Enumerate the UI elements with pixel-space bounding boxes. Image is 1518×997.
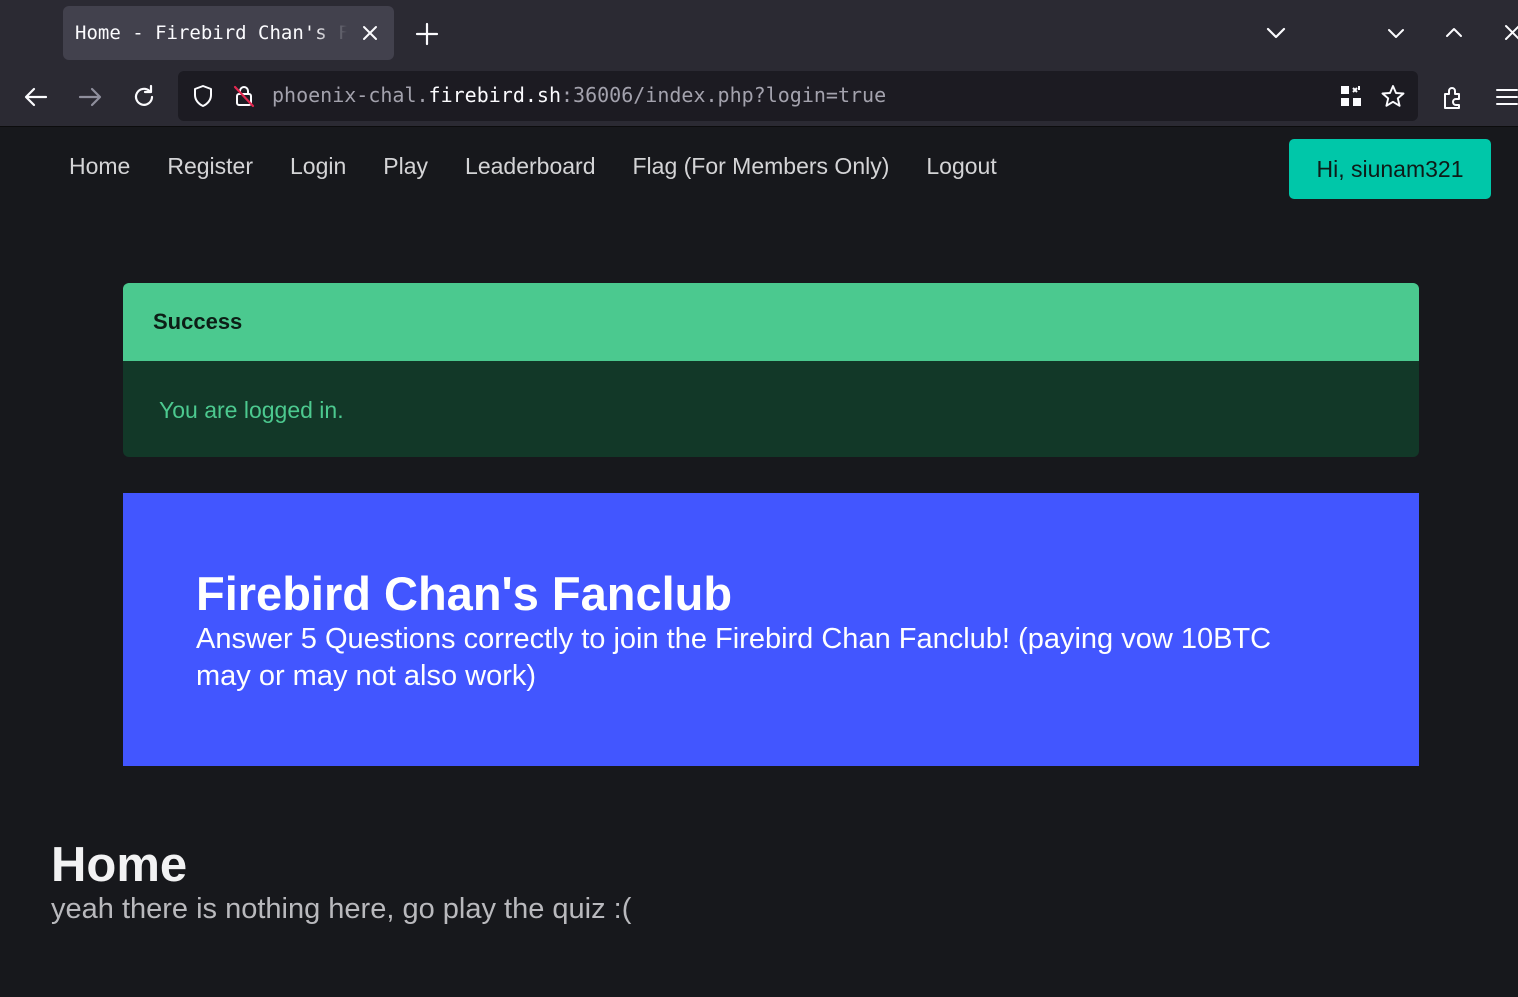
user-greeting-button[interactable]: Hi, siunam321	[1289, 139, 1491, 199]
hero-subtitle: Answer 5 Questions correctly to join the…	[196, 623, 1272, 692]
browser-tab[interactable]: Home - Firebird Chan's Fanclub	[63, 6, 394, 60]
url-bar[interactable]: phoenix-chal.firebird.sh:36006/index.php…	[178, 71, 1418, 121]
alert-message: You are logged in.	[159, 397, 344, 423]
success-alert: Success You are logged in.	[123, 283, 1419, 457]
hamburger-menu-icon[interactable]	[1494, 83, 1518, 111]
qr-code-icon[interactable]	[1338, 83, 1364, 109]
nav-link-login[interactable]: Login	[290, 153, 346, 180]
bookmark-star-icon[interactable]	[1380, 83, 1406, 109]
alert-title: Success	[123, 283, 1419, 361]
insecure-lock-icon[interactable]	[231, 83, 257, 109]
url-prefix: phoenix-chal.	[272, 83, 429, 107]
close-icon[interactable]	[1500, 20, 1518, 46]
tab-title: Home - Firebird Chan's Fanclub	[75, 22, 347, 44]
site-navigation: Home Register Login Play Leaderboard Fla…	[69, 153, 1034, 180]
back-arrow-icon[interactable]	[22, 83, 50, 111]
nav-link-register[interactable]: Register	[167, 153, 253, 180]
shield-icon[interactable]	[190, 83, 216, 109]
browser-toolbar: phoenix-chal.firebird.sh:36006/index.php…	[0, 66, 1518, 127]
nav-link-flag[interactable]: Flag (For Members Only)	[633, 153, 890, 180]
nav-link-logout[interactable]: Logout	[926, 153, 996, 180]
nav-link-play[interactable]: Play	[383, 153, 428, 180]
nav-link-home[interactable]: Home	[69, 153, 130, 180]
extensions-icon[interactable]	[1439, 83, 1467, 111]
url-host: firebird.sh	[428, 83, 561, 107]
close-icon[interactable]	[359, 22, 381, 44]
reload-icon[interactable]	[130, 83, 158, 111]
chevron-up-icon[interactable]	[1441, 20, 1467, 46]
page-subtitle: yeah there is nothing here, go play the …	[51, 893, 632, 925]
nav-link-leaderboard[interactable]: Leaderboard	[465, 153, 595, 180]
page-content: Home Register Login Play Leaderboard Fla…	[0, 127, 1518, 997]
url-suffix: :36006/index.php?login=true	[561, 83, 887, 107]
page-title: Home	[51, 838, 188, 892]
forward-arrow-icon[interactable]	[76, 83, 104, 111]
hero-title: Firebird Chan's Fanclub	[196, 567, 733, 620]
chevron-down-icon[interactable]	[1383, 20, 1409, 46]
url-text: phoenix-chal.firebird.sh:36006/index.php…	[272, 83, 886, 107]
plus-icon[interactable]	[414, 21, 440, 47]
chevron-down-icon[interactable]	[1263, 20, 1289, 46]
hero-banner: Firebird Chan's Fanclub Answer 5 Questio…	[123, 493, 1419, 766]
tab-bar: Home - Firebird Chan's Fanclub	[0, 0, 1518, 66]
